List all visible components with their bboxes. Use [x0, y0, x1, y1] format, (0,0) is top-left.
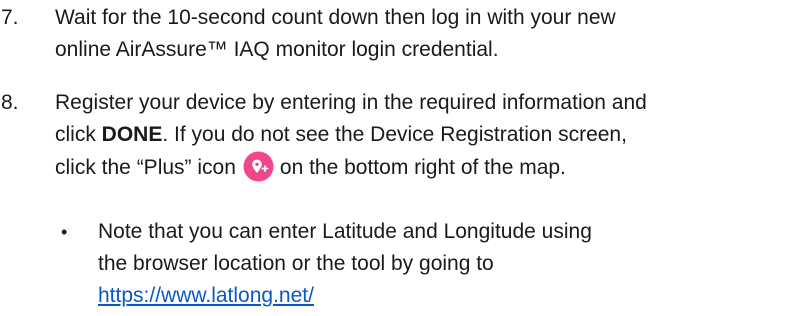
step-7-line-1: Wait for the 10-second count down then l… — [55, 6, 616, 29]
step-8-line-1: Register your device by entering in the … — [55, 91, 647, 114]
note-line-1: Note that you can enter Latitude and Lon… — [98, 220, 592, 243]
note-text: Note that you can enter Latitude and Lon… — [98, 216, 798, 312]
map-pin-plus-icon — [243, 151, 274, 182]
step-8-line-2: click DONE. If you do not see the Device… — [55, 119, 809, 151]
step-8-line-2-pre: click — [55, 123, 102, 146]
step-8-text: Register your device by entering in the … — [55, 87, 809, 184]
step-7-line-2: online AirAssure™ IAQ monitor login cred… — [55, 38, 499, 61]
done-label: DONE — [101, 123, 163, 146]
step-8-line-3-pre: click the “Plus” icon — [55, 156, 236, 179]
document-page: { "steps": [ { "number": "7.", "lines": … — [0, 0, 809, 316]
step-8-line-3-post: on the bottom right of the map. — [279, 156, 566, 179]
step-8-line-2-post: . If you do not see the Device Registrat… — [162, 123, 627, 146]
bullet-icon: • — [61, 222, 68, 242]
step-8-number: 8. — [1, 91, 19, 114]
step-8-line-3: click the “Plus” icon on the bottom right… — [55, 151, 809, 184]
step-7-number: 7. — [1, 6, 19, 29]
step-7-text: Wait for the 10-second count down then l… — [55, 2, 809, 66]
latlong-link[interactable]: https://www.latlong.net/ — [98, 280, 798, 312]
note-line-2: the browser location or the tool by goin… — [98, 252, 494, 275]
